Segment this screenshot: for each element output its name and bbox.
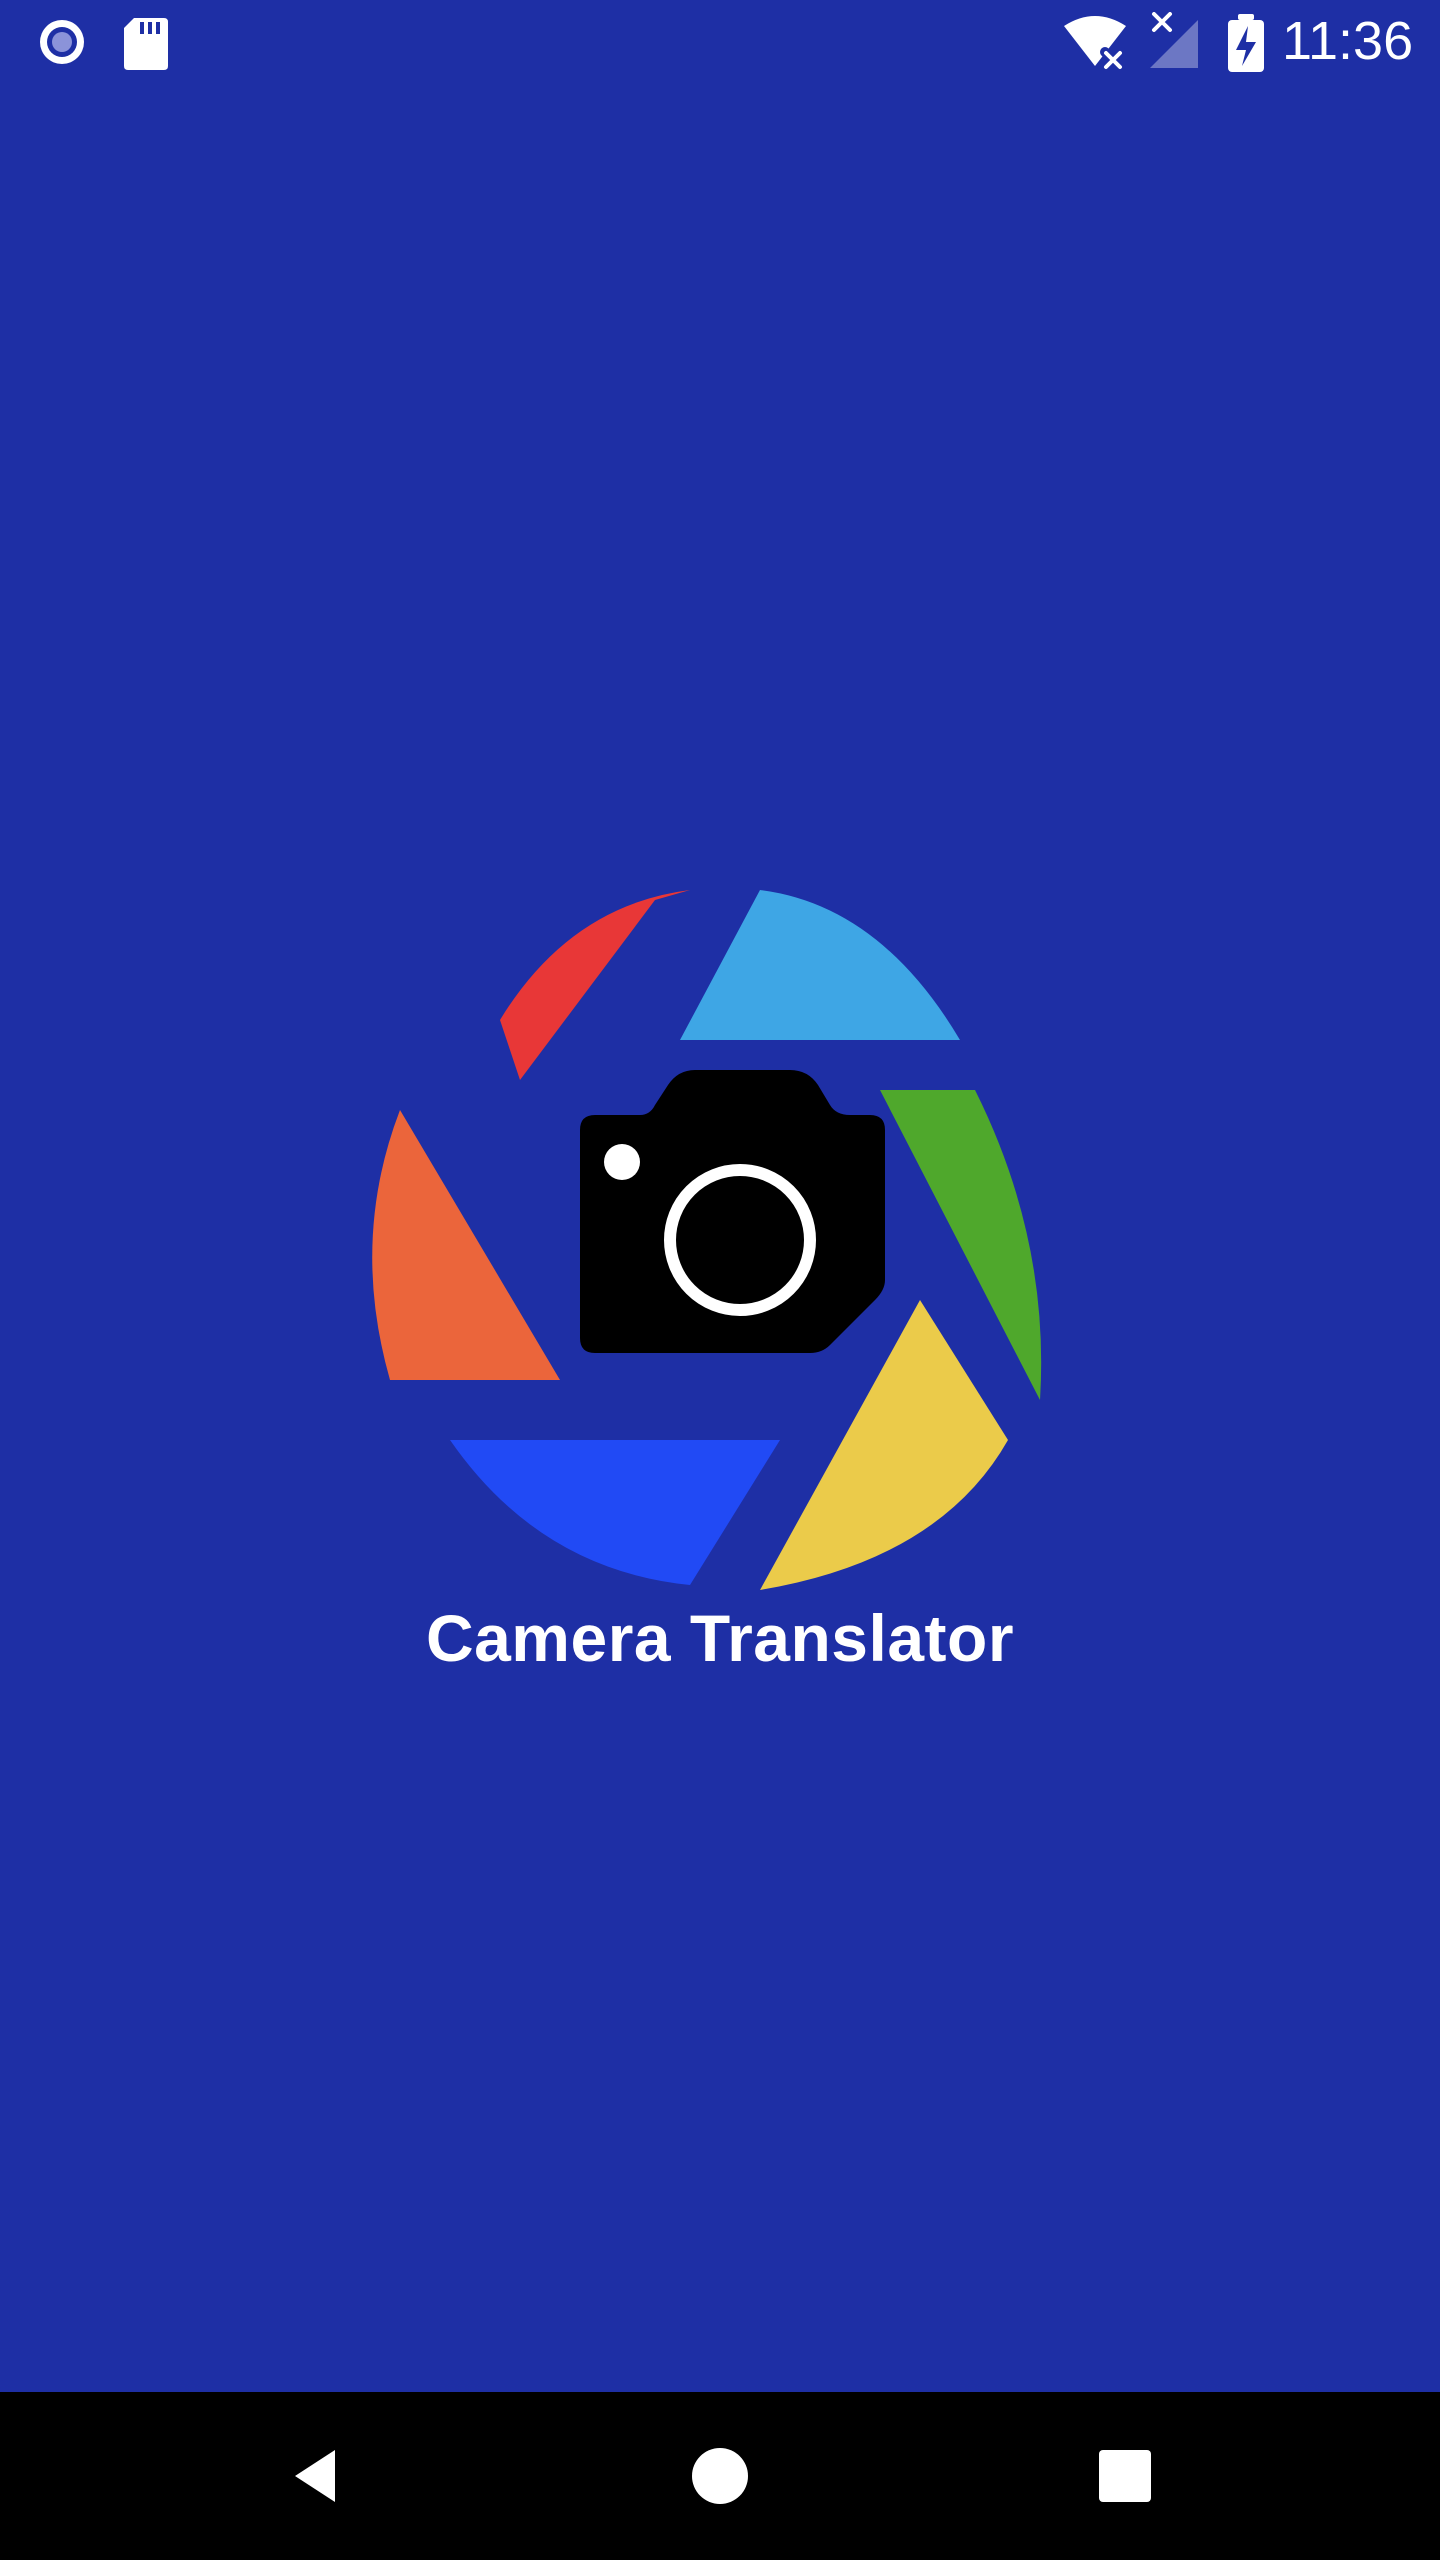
wifi-icon	[1064, 16, 1126, 70]
status-time: 11:36	[1282, 11, 1414, 71]
no-signal-icon	[1150, 12, 1198, 68]
splash-screen: 11:36 Camera Translator	[0, 0, 1440, 2560]
back-button[interactable]	[225, 2392, 405, 2560]
navigation-bar	[0, 2392, 1440, 2560]
home-button[interactable]	[630, 2392, 810, 2560]
home-icon	[692, 2448, 748, 2504]
battery-charging-icon	[1228, 14, 1264, 72]
recents-icon	[1099, 2450, 1151, 2502]
app-title: Camera Translator	[425, 1601, 1015, 1675]
recents-button[interactable]	[1035, 2392, 1215, 2560]
back-icon	[295, 2450, 335, 2502]
app-logo	[360, 880, 1080, 1600]
status-bar: 11:36	[0, 0, 1440, 84]
camera-icon	[580, 1070, 885, 1353]
record-icon	[40, 20, 84, 64]
sd-card-icon	[124, 18, 168, 70]
